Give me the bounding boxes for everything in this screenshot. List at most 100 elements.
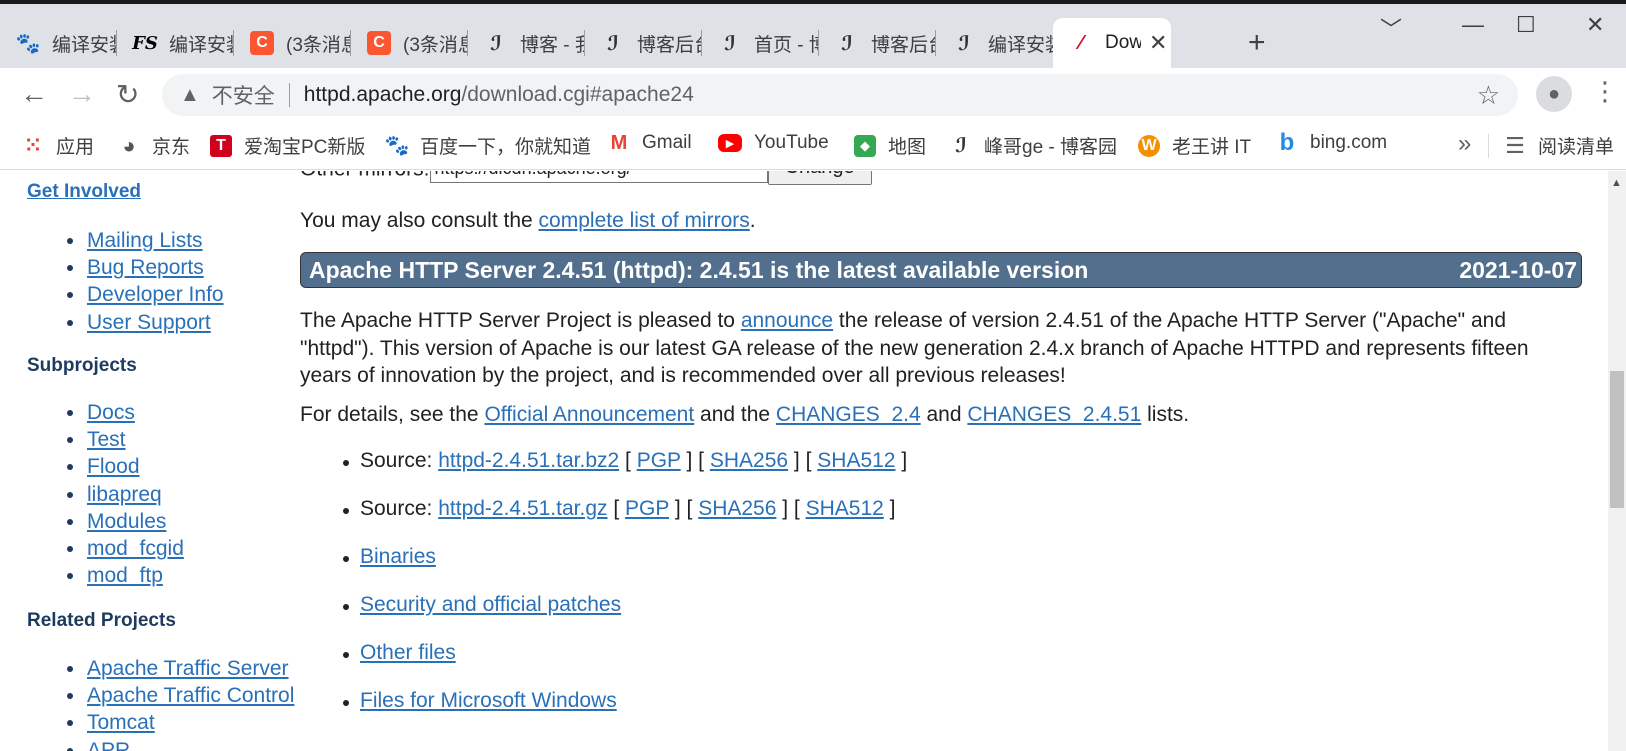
tab-2[interactable]: C (3条消息 [234,18,351,68]
announce-link[interactable]: announce [741,309,833,332]
subproject-link-5[interactable]: mod_fcgid [87,537,184,560]
bookmark-item[interactable]: ℐ 峰哥ge - 博客园 [950,132,1117,159]
tab-7[interactable]: ℐ 博客后台 [819,18,936,68]
get-involved-link-0[interactable]: Mailing Lists [87,229,203,252]
get-involved-list: Mailing Lists Bug Reports Developer Info Us… [67,227,224,336]
new-tab-button[interactable]: + [1248,26,1266,60]
tab-label: 编译安装 [169,34,234,56]
tab-8[interactable]: ℐ 编译安装 [936,18,1053,68]
tab-6[interactable]: ℐ 首页 - 博 [702,18,819,68]
tab-4[interactable]: ℐ 博客 - 我 [468,18,585,68]
subproject-link-0[interactable]: Docs [87,401,135,424]
related-project-link-1[interactable]: Apache Traffic Control [87,684,294,707]
maximize-button[interactable]: ☐ [1516,12,1536,38]
subproject-link-3[interactable]: libapreq [87,483,162,506]
bookmark-item[interactable]: ◕ 京东 [118,132,190,159]
mirror-row: Other mirrors:https://dlcdn.apache.org/C… [300,171,872,185]
scroll-up-arrow-icon[interactable]: ▲ [1611,177,1622,189]
bookmark-item[interactable]: b bing.com [1276,129,1387,156]
official-announcement-link[interactable]: Official Announcement [484,403,694,426]
source-label: Source: [360,497,439,520]
back-button[interactable]: ← [20,78,48,110]
warning-icon[interactable]: ▲ [180,84,200,107]
gz-sha256-link[interactable]: SHA256 [698,497,776,520]
browser-toolbar: ← → ↻ ▲ 不安全 httpd.apache.org/download.cg… [0,68,1626,122]
tab-3[interactable]: C (3条消息 [351,18,468,68]
bz2-pgp-link[interactable]: PGP [637,449,681,472]
related-project-link-0[interactable]: Apache Traffic Server [87,657,289,680]
related-project-link-3[interactable]: APR [87,739,130,751]
minimize-button[interactable]: — [1462,12,1484,38]
list-item: mod_fcgid [67,535,184,562]
mirror-input[interactable]: https://dlcdn.apache.org/ [429,171,768,183]
url-host[interactable]: httpd.apache.org [304,83,462,107]
bz2-sha512-link[interactable]: SHA512 [817,449,895,472]
subproject-link-4[interactable]: Modules [87,510,166,533]
tab-search-icon[interactable]: ﹀ [1380,12,1402,44]
title-bar-edge [0,0,1626,4]
tab-9[interactable]: ⁄ Dow ✕ [1053,18,1171,68]
get-involved-link[interactable]: Get Involved [27,181,141,203]
tab-1[interactable]: FS 编译安装 [117,18,234,68]
list-item: Security and official patches [342,593,621,617]
bz2-sha256-link[interactable]: SHA256 [710,449,788,472]
list-item: User Support [67,309,224,336]
get-involved-link-3[interactable]: User Support [87,311,211,334]
bookmark-item[interactable]: W 老王讲 IT [1138,132,1251,159]
bookmark-item[interactable]: ▶ YouTube [718,132,829,154]
windows-files-link[interactable]: Files for Microsoft Windows [360,689,617,712]
reading-list-icon: ☰ [1505,132,1525,158]
other-files-link[interactable]: Other files [360,641,456,664]
scrollbar-thumb[interactable] [1610,371,1624,508]
intro-text-4: years of innovation by the project, and … [300,364,1066,387]
source-gz-link[interactable]: httpd-2.4.51.tar.gz [438,497,607,520]
tab-0[interactable]: 🐾 编译安装 [0,18,117,68]
get-involved-link-2[interactable]: Developer Info [87,283,224,306]
security-patches-link[interactable]: Security and official patches [360,593,621,616]
profile-avatar[interactable]: ● [1536,76,1572,112]
reading-list-button[interactable]: ☰ 阅读清单 [1504,132,1614,159]
subproject-link-1[interactable]: Test [87,428,126,451]
binaries-link[interactable]: Binaries [360,545,436,568]
bookmark-star-icon[interactable]: ☆ [1477,80,1500,111]
bookmark-item[interactable]: M Gmail [608,132,692,154]
subproject-link-2[interactable]: Flood [87,455,140,478]
bookmark-item[interactable]: 🐾 百度一下，你就知道 [385,132,591,159]
mirrors-note: You may also consult the complete list o… [300,207,756,235]
change-mirror-button[interactable]: Change [767,171,872,185]
close-tab-icon[interactable]: ✕ [1149,30,1167,56]
mirrors-note-end: . [749,209,756,232]
tab-5[interactable]: ℐ 博客后台 [585,18,702,68]
related-project-link-2[interactable]: Tomcat [87,711,155,734]
list-item: Modules [67,508,184,535]
get-involved-link-1[interactable]: Bug Reports [87,256,204,279]
changes-2-4-link[interactable]: CHANGES_2.4 [776,403,921,426]
subprojects-heading: Subprojects [27,355,137,376]
close-window-button[interactable]: ✕ [1586,12,1604,38]
forward-button[interactable]: → [68,78,96,110]
complete-mirrors-link[interactable]: complete list of mirrors [539,209,750,232]
csdn-icon: C [250,31,274,55]
changes-2-4-51-link[interactable]: CHANGES_2.4.51 [967,403,1141,426]
cnblogs-icon: ℐ [955,135,967,157]
reload-button[interactable]: ↻ [116,78,139,111]
gz-pgp-link[interactable]: PGP [625,497,669,520]
bookmark-item[interactable]: ⁙ 应用 [22,132,94,159]
list-item: Other files [343,641,456,665]
source-label: Source: [360,449,439,472]
browser-menu-button[interactable]: ⋮ [1592,76,1618,107]
bookmark-label: 峰哥ge - 博客园 [984,137,1118,158]
page-scrollbar[interactable]: ▲ [1608,171,1626,751]
url-path[interactable]: /download.cgi#apache24 [461,83,693,107]
address-bar[interactable]: ▲ 不安全 httpd.apache.org/download.cgi#apac… [162,74,1518,116]
mirrors-note-text: You may also consult the [300,209,539,232]
bookmarks-overflow-button[interactable]: » [1458,130,1471,158]
bookmark-item[interactable]: T 爱淘宝PC新版 [210,132,365,159]
list-item: libapreq [67,481,184,508]
subproject-link-6[interactable]: mod_ftp [87,564,163,587]
security-status[interactable]: 不安全 [212,80,275,110]
bookmark-item[interactable]: ◆ 地图 [854,132,926,159]
source-bz2-link[interactable]: httpd-2.4.51.tar.bz2 [438,449,619,472]
gz-sha512-link[interactable]: SHA512 [806,497,884,520]
apache-feather-icon: ⁄ [1079,31,1083,54]
